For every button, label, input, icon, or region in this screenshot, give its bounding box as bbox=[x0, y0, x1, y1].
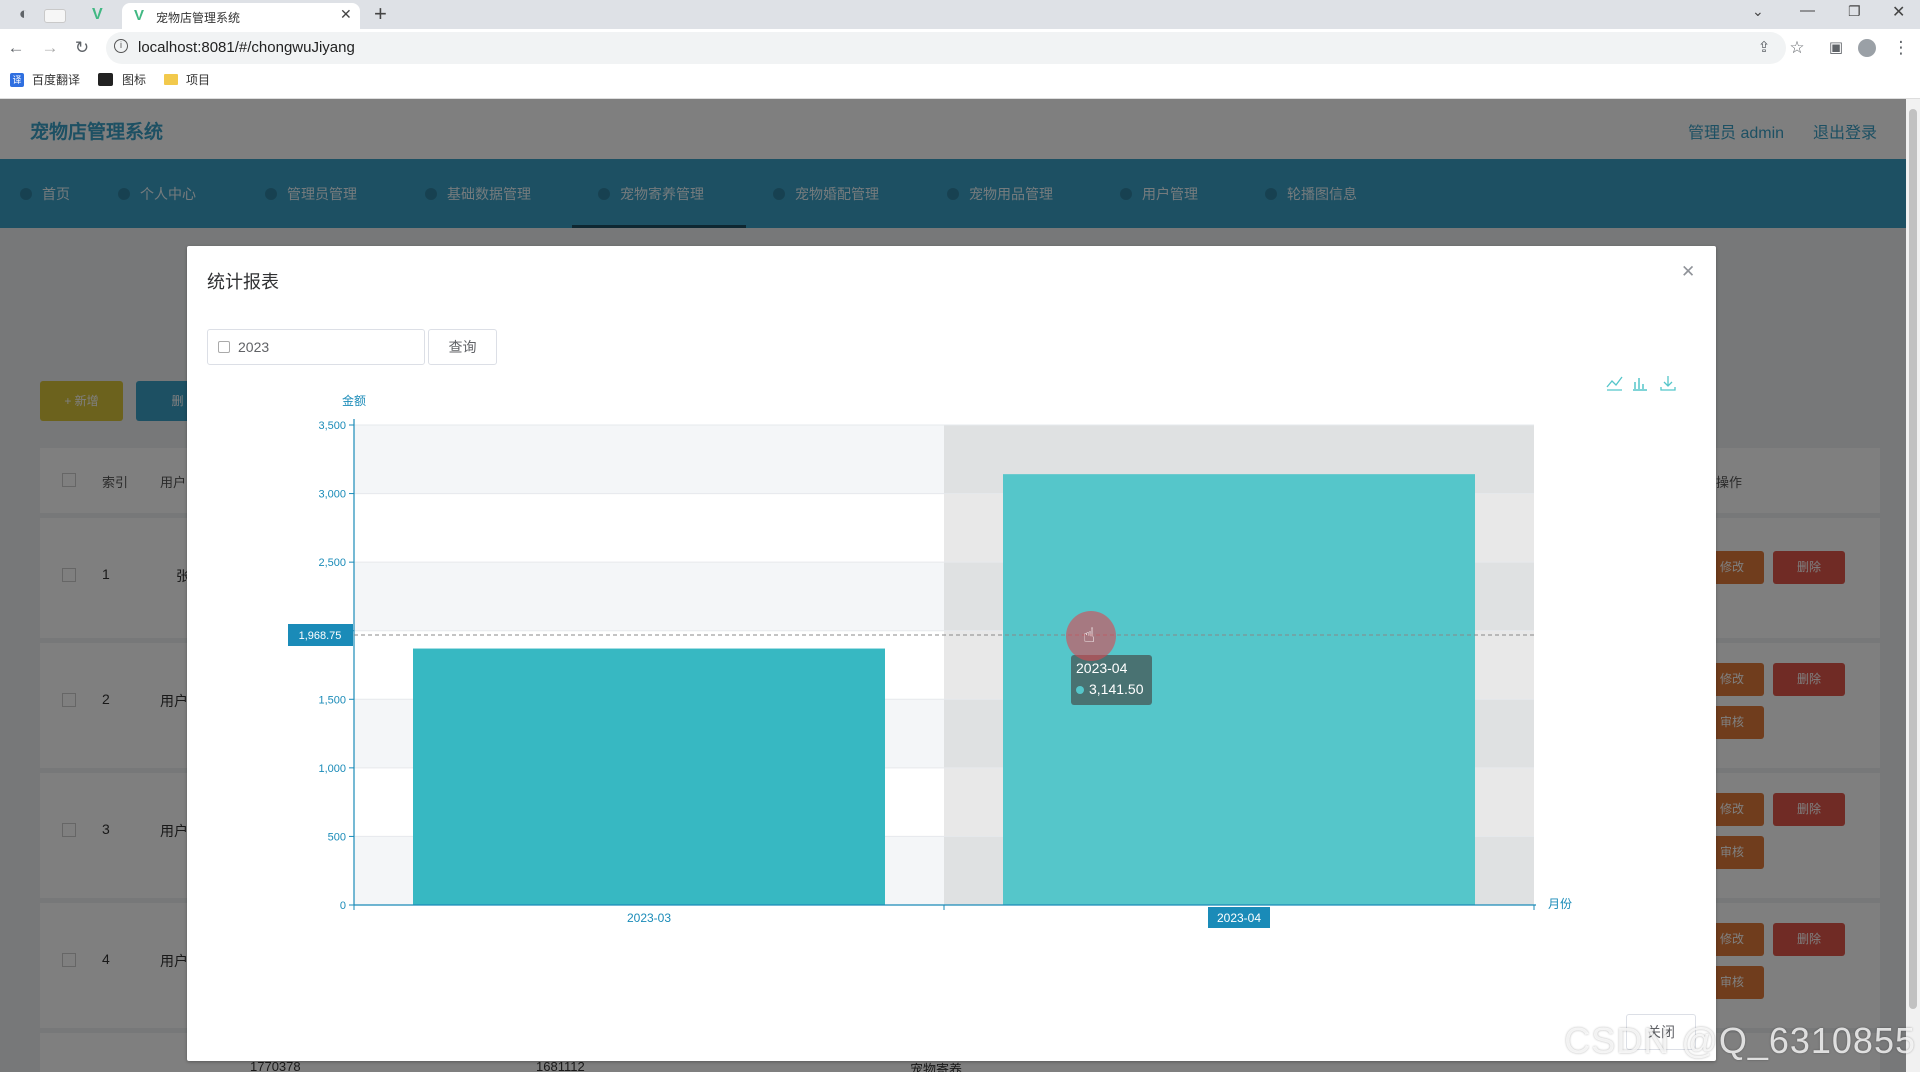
bookmark-translate[interactable]: 百度翻译 bbox=[32, 71, 80, 89]
tab-close-icon[interactable]: ✕ bbox=[340, 6, 352, 23]
profile-avatar[interactable] bbox=[1858, 39, 1876, 57]
hand-cursor-icon: ☝ bbox=[1083, 625, 1096, 647]
image-bookmark-icon bbox=[98, 73, 113, 86]
x-axis-name: 月份 bbox=[1548, 897, 1572, 911]
sidebar-icon[interactable]: ▣ bbox=[1824, 38, 1848, 58]
globe-icon[interactable]: ◐ bbox=[12, 4, 36, 31]
x-tick-label: 2023-03 bbox=[627, 911, 671, 925]
forward-icon[interactable]: → bbox=[38, 38, 62, 58]
new-tab-icon[interactable]: + bbox=[374, 1, 387, 27]
y-axis-name: 金额 bbox=[342, 393, 366, 408]
y-tick-label: 1,500 bbox=[318, 694, 346, 706]
chart-tooltip: 2023-04 3,141.50 bbox=[1071, 655, 1152, 705]
tab-active[interactable]: V 宠物店管理系统 ✕ bbox=[122, 3, 360, 29]
bookmark-project[interactable]: 项目 bbox=[186, 71, 210, 89]
translate-icon: 译 bbox=[10, 73, 24, 87]
reload-icon[interactable]: ↻ bbox=[70, 38, 94, 58]
scrollbar-thumb[interactable] bbox=[1909, 109, 1917, 1009]
bookmarks-bar: 译 百度翻译 图标 项目 bbox=[0, 67, 1920, 99]
tooltip-marker bbox=[1076, 686, 1084, 694]
x-tick-label: 2023-04 bbox=[1217, 911, 1261, 925]
vue-tab-icon[interactable]: V bbox=[92, 6, 103, 24]
tab-title: 宠物店管理系统 bbox=[156, 11, 241, 25]
star-icon[interactable]: ☆ bbox=[1785, 38, 1809, 58]
tooltip-value: 3,141.50 bbox=[1089, 681, 1144, 697]
y-tick-label: 3,000 bbox=[318, 489, 346, 501]
window-close-icon[interactable]: ✕ bbox=[1892, 2, 1905, 22]
tooltip-category: 2023-04 bbox=[1076, 660, 1128, 676]
browser-tab-strip: ◐ V V 宠物店管理系统 ✕ + ⌄ — ❐ ✕ bbox=[0, 0, 1920, 29]
page-scrollbar[interactable] bbox=[1906, 99, 1920, 1072]
y-tick-label: 3,500 bbox=[318, 420, 346, 432]
bookmark-icons[interactable]: 图标 bbox=[122, 71, 146, 89]
cursor-highlight: ☝ bbox=[1066, 611, 1116, 661]
menu-icon[interactable]: ⋮ bbox=[1889, 38, 1913, 58]
line-chart-icon bbox=[1606, 376, 1623, 391]
blank-tab-icon[interactable] bbox=[44, 9, 66, 23]
bar bbox=[413, 648, 885, 905]
statistics-dialog: 统计报表 ✕ 2023 查询 05001,0001,5002,0002,5003… bbox=[187, 246, 1716, 1061]
minimize-icon[interactable]: — bbox=[1800, 2, 1815, 19]
url-field[interactable]: i localhost:8081/#/chongwuJiyang bbox=[106, 32, 1786, 64]
url-text: localhost:8081/#/chongwuJiyang bbox=[138, 39, 355, 56]
folder-icon bbox=[164, 74, 178, 85]
y-tick-label: 500 bbox=[328, 831, 346, 843]
info-icon[interactable]: i bbox=[114, 39, 128, 53]
y-tick-label: 1,000 bbox=[318, 763, 346, 775]
bar-chart-icon bbox=[1633, 378, 1647, 391]
vue-icon: V bbox=[134, 7, 145, 24]
bar-chart: 05001,0001,5002,0002,5003,0003,500金额月份20… bbox=[288, 376, 1676, 928]
y-tick-label: 0 bbox=[340, 900, 346, 912]
watermark: CSDN @Q_6310855 bbox=[1564, 1020, 1916, 1061]
chart-toolbox bbox=[1606, 376, 1676, 391]
address-bar-row: ← → ↻ i localhost:8081/#/chongwuJiyang ⇪… bbox=[0, 29, 1920, 67]
tab-search-icon[interactable]: ⌄ bbox=[1752, 3, 1764, 20]
back-icon[interactable]: ← bbox=[4, 38, 28, 58]
y-tick-label: 2,500 bbox=[318, 557, 346, 569]
share-icon[interactable]: ⇪ bbox=[1752, 38, 1776, 58]
pointer-label: 1,968.75 bbox=[299, 630, 342, 642]
restore-icon[interactable]: ❐ bbox=[1848, 3, 1861, 20]
download-icon bbox=[1660, 376, 1676, 391]
